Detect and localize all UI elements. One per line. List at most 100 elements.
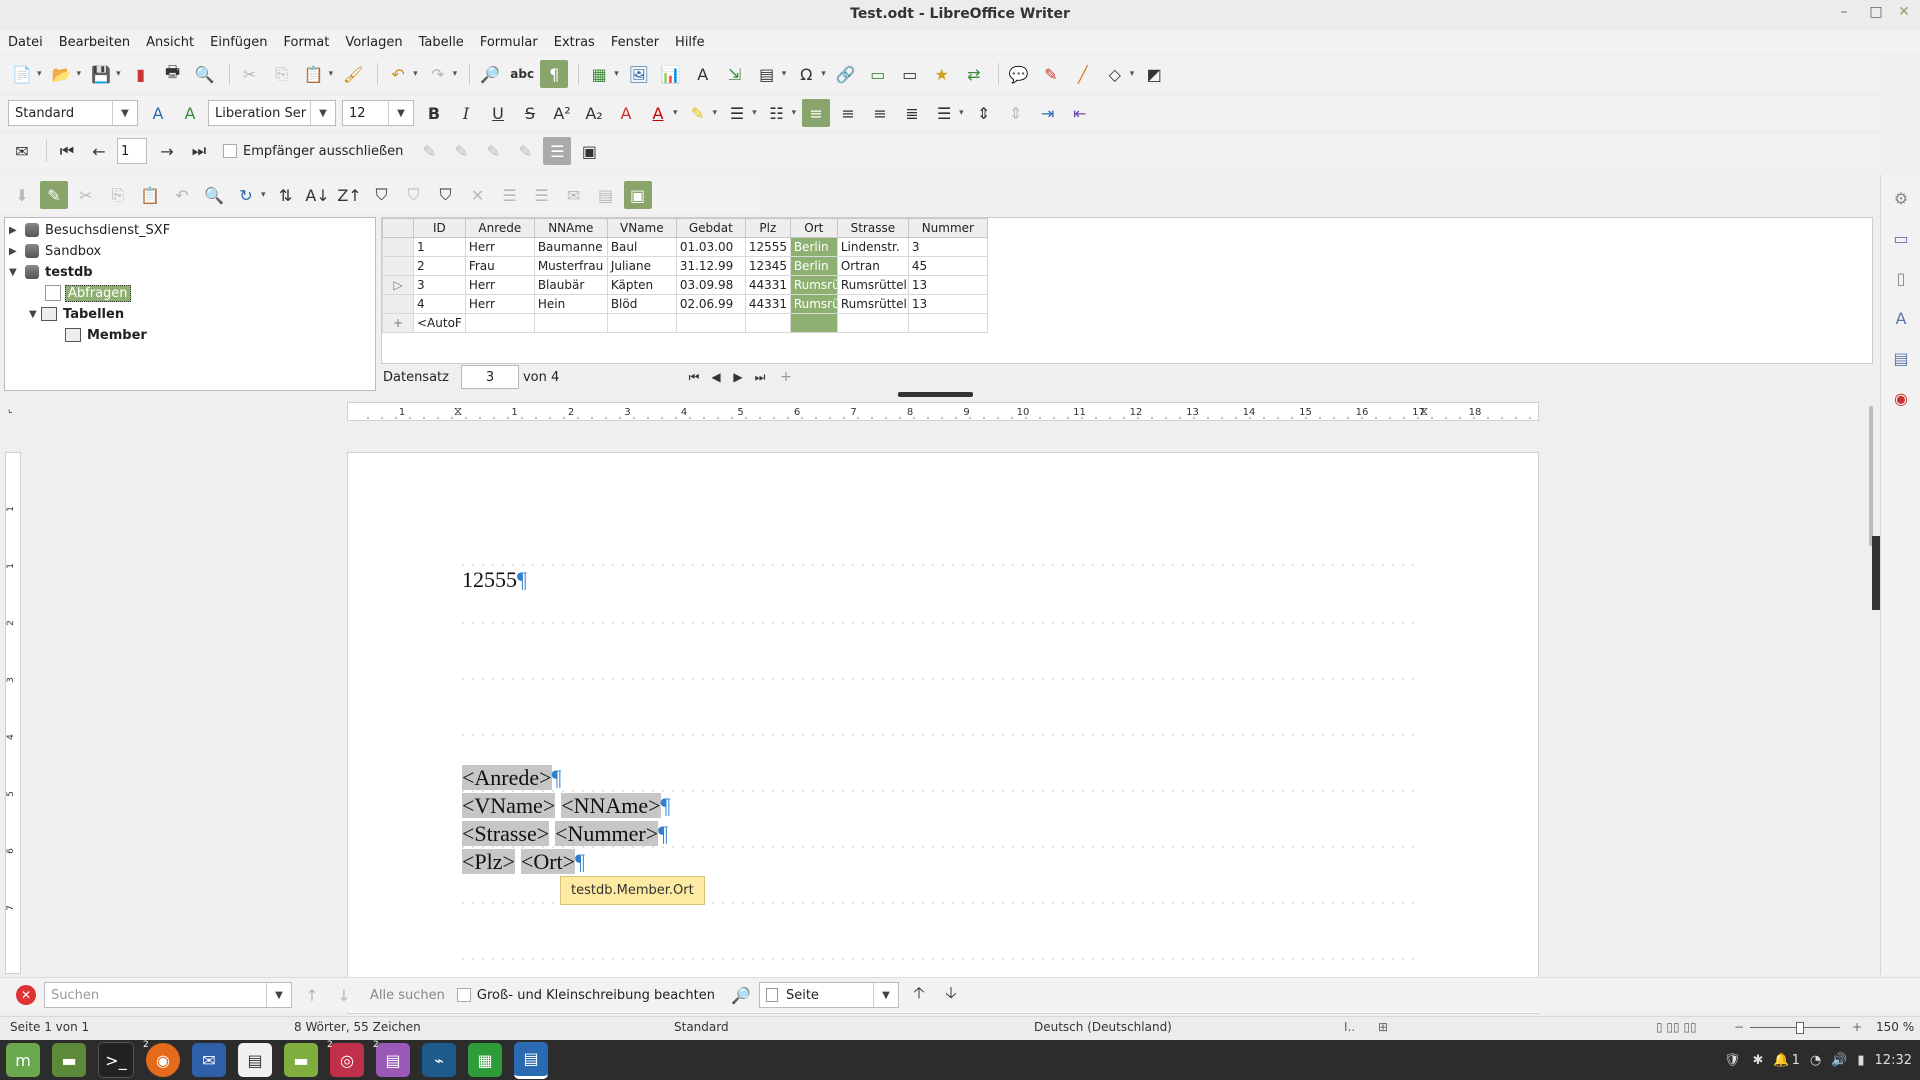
copy-icon[interactable]: ⎘ [104,181,132,209]
menu-ansicht[interactable]: Ansicht [138,35,202,50]
font-color-icon[interactable]: A [644,99,672,127]
sidebar-collapse-handle[interactable] [1872,536,1880,610]
zoom-level[interactable]: 150 % [1876,1020,1914,1034]
tree-item-sandbox[interactable]: ▶ Sandbox [9,241,101,261]
database-tree[interactable]: ▶ Besuchsdienst_SXF ▶ Sandbox ▼ testdb A… [4,217,376,391]
data-to-text-icon[interactable]: ☰ [496,181,524,209]
sidebar-navigator-icon[interactable]: ◉ [1888,385,1914,411]
table-row[interactable]: 1 Herr Baumanne Baul 01.03.00 12555 Berl… [382,237,988,257]
table-cell[interactable]: Musterfrau [533,256,608,276]
undo-icon[interactable]: ↶ [384,60,412,88]
files-icon[interactable]: ▬ [284,1043,318,1077]
paragraph-street[interactable]: <Strasse> <Nummer>¶ [462,821,668,847]
highlight-color-icon[interactable]: ✎ [684,99,712,127]
selection-mode-icon[interactable]: ⊞ [1378,1020,1388,1034]
menu-einfuegen[interactable]: Einfügen [202,35,275,50]
word-count-status[interactable]: 8 Wörter, 55 Zeichen [294,1020,421,1034]
field-plz[interactable]: <Plz> [462,849,515,874]
chevron-down-icon[interactable]: ▼ [388,101,413,125]
cut-icon[interactable]: ✂ [236,60,264,88]
close-findbar-icon[interactable]: ✕ [16,985,36,1005]
footnote-icon[interactable]: ▭ [864,60,892,88]
menu-fenster[interactable]: Fenster [603,35,667,50]
document-page[interactable]: 12555¶ <Anrede>¶ <VName> <NNAme>¶ <Strass… [347,452,1539,1014]
table-cell[interactable]: Herr [464,294,535,314]
table-cell[interactable]: Rumsrüttelk [836,294,909,314]
field-strasse[interactable]: <Strasse> [462,821,550,846]
open-dropdown-icon[interactable]: ▾ [77,69,82,79]
panel-splitter-handle[interactable] [898,392,973,397]
sort-icon[interactable]: ⇅ [272,181,300,209]
table-cell[interactable]: Rumsrü [789,275,838,295]
mail-merge-icon[interactable]: ✉ [8,137,36,165]
page-style-status[interactable]: Standard [674,1020,729,1034]
new-style-icon[interactable]: A [176,99,204,127]
undo-icon[interactable]: ↶ [168,181,196,209]
table-cell[interactable]: 44331 [744,275,791,295]
table-cell[interactable]: Käpten [606,275,677,295]
tab-stop-selector[interactable]: ⌞ [8,404,13,415]
decrease-spacing-icon[interactable]: ⇕ [1002,99,1030,127]
table-cell[interactable]: Ortran [836,256,909,276]
find-replace-icon[interactable]: 🔎 [476,60,504,88]
zoom-slider[interactable] [1750,1027,1840,1028]
table-cell[interactable]: Baumanne [533,237,608,257]
table-cell[interactable]: Juliane [606,256,677,276]
chevron-down-icon[interactable]: ▼ [872,983,898,1007]
table-cell[interactable]: Rumsrüttelk [836,275,909,295]
table-cell[interactable]: 1 [413,237,466,257]
new-document-icon[interactable]: 📄 [8,60,36,88]
find-record-icon[interactable]: 🔍 [200,181,228,209]
hyperlink-icon[interactable]: 🔗 [832,60,860,88]
decrease-indent-icon[interactable]: ⇤ [1066,99,1094,127]
search-input[interactable]: Suchen ▼ [44,982,292,1008]
collapse-arrow-icon[interactable]: ▼ [9,267,21,278]
previous-record-icon[interactable]: ← [85,137,113,165]
sidebar-properties-icon[interactable]: ▭ [1888,225,1914,251]
exclude-recipient-checkbox[interactable] [223,144,237,158]
edit-individual-icon[interactable]: ✎ [415,137,443,165]
table-cell[interactable]: Baul [606,237,677,257]
volume-icon[interactable]: 🔊 [1831,1053,1847,1068]
zoom-in-icon[interactable]: + [1852,1020,1862,1034]
workspace-count[interactable]: 1 [1792,1053,1800,1068]
table-cell[interactable]: Herr [464,237,535,257]
field-dropdown-icon[interactable]: ▾ [782,69,787,79]
insert-image-icon[interactable]: 🖼 [625,60,653,88]
redo-dropdown-icon[interactable]: ▾ [453,69,458,79]
find-replace-icon[interactable]: 🔎 [727,981,755,1009]
table-cell[interactable] [836,313,909,333]
data-grid[interactable]: ID Anrede NNAme VName Gebdat Plz Ort Str… [381,217,1873,364]
column-header[interactable]: NNAme [533,218,608,238]
thunderbird-icon[interactable]: ✉ [192,1043,226,1077]
horizontal-ruler[interactable]: 1 1 2 3 4 5 6 7 8 9 10 11 12 13 14 15 16 17 18 ⧖ ⧖ [347,402,1539,421]
special-char-dropdown-icon[interactable]: ▾ [821,69,826,79]
highlight-dropdown-icon[interactable]: ▾ [713,108,718,118]
current-row-marker[interactable]: ▷ [382,275,414,295]
field-anrede[interactable]: <Anrede> [462,765,552,790]
find-next-icon[interactable]: ↓ [330,981,358,1009]
column-header[interactable]: VName [606,218,677,238]
table-cell[interactable]: 2 [413,256,466,276]
formatting-marks-icon[interactable]: ¶ [540,60,569,88]
first-record-icon[interactable]: ⏮ [683,366,705,388]
print-merged-icon[interactable]: ✎ [479,137,507,165]
autofilter-icon[interactable]: ⛉ [368,181,396,209]
data-sources-icon[interactable]: ☰ [543,137,572,165]
sort-ascending-icon[interactable]: A↓ [304,181,332,209]
show-desktop-icon[interactable]: ▬ [52,1043,86,1077]
reset-filter-icon[interactable]: ✕ [464,181,492,209]
table-cell[interactable]: Herr [464,275,535,295]
tree-item-abfragen[interactable]: Abfragen [45,283,131,303]
office-suite-icon[interactable]: 2 ◎ [327,1040,364,1077]
explorer-toggle-icon[interactable]: ▣ [623,181,652,209]
track-changes-icon[interactable]: ✎ [1037,60,1065,88]
save-merged-icon[interactable]: ✎ [447,137,475,165]
indent-marker-icon[interactable]: ⧖ [454,404,462,418]
menu-tabelle[interactable]: Tabelle [411,35,472,50]
sidebar-styles-icon[interactable]: A [1888,305,1914,331]
table-row[interactable]: 4 Herr Hein Blöd 02.06.99 44331 Rumsrü R… [382,294,988,314]
new-record-icon[interactable]: + [775,366,797,388]
clone-formatting-icon[interactable]: 🖌 [339,60,367,88]
tree-item-besuchsdienst[interactable]: ▶ Besuchsdienst_SXF [9,220,170,240]
